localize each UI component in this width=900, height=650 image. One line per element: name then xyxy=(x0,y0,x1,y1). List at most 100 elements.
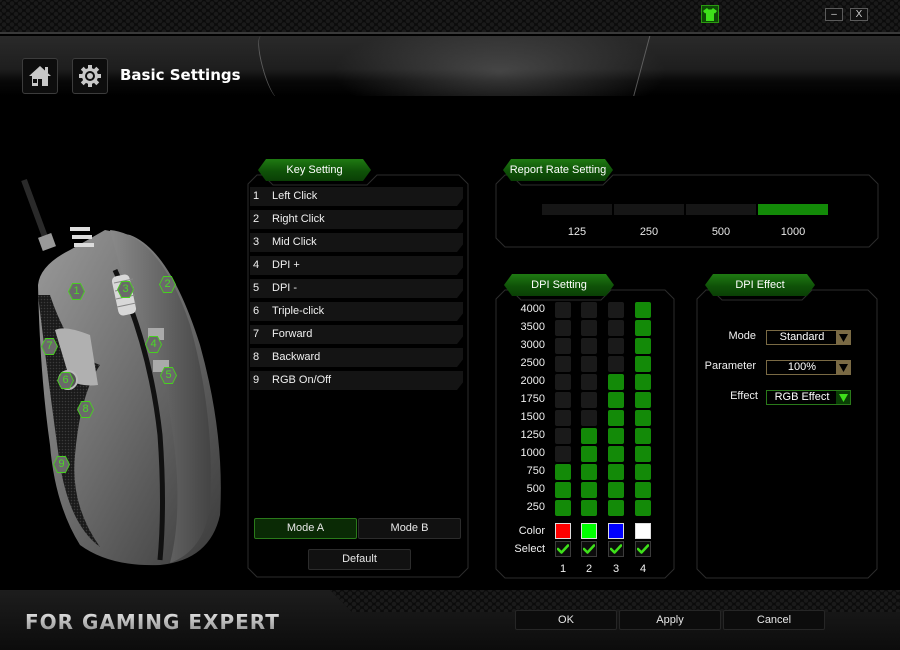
dpi-select-checkbox[interactable] xyxy=(555,541,571,557)
mouse-image xyxy=(21,178,221,566)
mode-select[interactable]: Standard xyxy=(766,330,851,345)
dpi-cell[interactable] xyxy=(635,410,651,426)
default-button[interactable]: Default xyxy=(308,549,411,570)
key-row[interactable]: 6 Triple-click xyxy=(250,302,463,321)
dpi-cell[interactable] xyxy=(555,446,571,462)
key-row[interactable]: 2 Right Click xyxy=(250,210,463,229)
dpi-cell[interactable] xyxy=(608,464,624,480)
dpi-cell[interactable] xyxy=(635,338,651,354)
home-icon xyxy=(29,66,51,86)
dpi-cell[interactable] xyxy=(635,392,651,408)
dpi-cell[interactable] xyxy=(608,356,624,372)
key-row[interactable]: 8 Backward xyxy=(250,348,463,367)
dpi-cell[interactable] xyxy=(555,464,571,480)
dpi-cell[interactable] xyxy=(555,374,571,390)
report-rate-segment-125[interactable] xyxy=(542,204,612,215)
dpi-cell[interactable] xyxy=(635,302,651,318)
apply-button[interactable]: Apply xyxy=(619,610,721,630)
dpi-cell[interactable] xyxy=(581,302,597,318)
dpi-cell[interactable] xyxy=(581,338,597,354)
report-rate-segment-1000[interactable] xyxy=(758,204,828,215)
dpi-level-label: 3500 xyxy=(520,321,545,333)
dpi-cell[interactable] xyxy=(555,356,571,372)
dpi-cell[interactable] xyxy=(555,410,571,426)
mode-a-button[interactable]: Mode A xyxy=(254,518,357,539)
key-row[interactable]: 4 DPI + xyxy=(250,256,463,275)
dpi-cell[interactable] xyxy=(555,338,571,354)
minimize-button[interactable]: – xyxy=(825,8,843,21)
key-function: Backward xyxy=(272,351,321,363)
dpi-cell[interactable] xyxy=(608,392,624,408)
effect-select[interactable]: RGB Effect xyxy=(766,390,851,405)
dpi-cell[interactable] xyxy=(581,392,597,408)
dpi-cell[interactable] xyxy=(608,302,624,318)
cancel-button[interactable]: Cancel xyxy=(723,610,825,630)
dpi-cell[interactable] xyxy=(581,446,597,462)
dpi-cell[interactable] xyxy=(581,374,597,390)
dpi-cell[interactable] xyxy=(608,446,624,462)
home-button[interactable] xyxy=(22,58,58,94)
dpi-cell[interactable] xyxy=(608,374,624,390)
key-number: 5 xyxy=(253,282,260,294)
key-row[interactable]: 7 Forward xyxy=(250,325,463,344)
ok-button[interactable]: OK xyxy=(515,610,617,630)
key-row[interactable]: 5 DPI - xyxy=(250,279,463,298)
dpi-cell[interactable] xyxy=(608,320,624,336)
key-number: 8 xyxy=(253,351,260,363)
dpi-cell[interactable] xyxy=(635,320,651,336)
dpi-level-label: 1250 xyxy=(520,429,545,441)
key-row[interactable]: 1 Left Click xyxy=(250,187,463,206)
dpi-cell[interactable] xyxy=(555,500,571,516)
dpi-cell[interactable] xyxy=(635,428,651,444)
dpi-color-swatch[interactable] xyxy=(608,523,624,539)
dpi-cell[interactable] xyxy=(581,356,597,372)
settings-button[interactable] xyxy=(72,58,108,94)
key-function: DPI - xyxy=(272,282,298,294)
dpi-cell[interactable] xyxy=(581,482,597,498)
key-function: RGB On/Off xyxy=(272,374,332,386)
dpi-select-checkbox[interactable] xyxy=(608,541,624,557)
shirt-icon[interactable] xyxy=(701,5,719,23)
mode-b-button[interactable]: Mode B xyxy=(358,518,461,539)
dropdown-arrow-icon xyxy=(836,331,850,344)
key-row[interactable]: 9 RGB On/Off xyxy=(250,371,463,390)
dpi-column-number: 1 xyxy=(559,563,567,575)
report-rate-segment-500[interactable] xyxy=(686,204,756,215)
dpi-cell[interactable] xyxy=(635,356,651,372)
dpi-cell[interactable] xyxy=(635,446,651,462)
tab-dpi-effect: DPI Effect xyxy=(705,274,815,296)
dpi-color-swatch[interactable] xyxy=(555,523,571,539)
dpi-cell[interactable] xyxy=(581,464,597,480)
dpi-cell[interactable] xyxy=(555,320,571,336)
dpi-cell[interactable] xyxy=(555,428,571,444)
mouse-illustration: 1 2 3 4 5 6 7 8 9 xyxy=(10,175,240,570)
parameter-value: 100% xyxy=(787,361,817,373)
dpi-column-number: 2 xyxy=(585,563,593,575)
dpi-cell[interactable] xyxy=(555,302,571,318)
report-rate-segment-250[interactable] xyxy=(614,204,684,215)
dpi-cell[interactable] xyxy=(608,482,624,498)
dpi-cell[interactable] xyxy=(608,428,624,444)
key-row[interactable]: 3 Mid Click xyxy=(250,233,463,252)
dpi-cell[interactable] xyxy=(581,500,597,516)
parameter-select[interactable]: 100% xyxy=(766,360,851,375)
dpi-color-swatch[interactable] xyxy=(581,523,597,539)
dpi-cell[interactable] xyxy=(581,428,597,444)
dpi-cell[interactable] xyxy=(635,464,651,480)
dpi-select-checkbox[interactable] xyxy=(581,541,597,557)
dpi-color-swatch[interactable] xyxy=(635,523,651,539)
dpi-select-checkbox[interactable] xyxy=(635,541,651,557)
close-button[interactable]: X xyxy=(850,8,868,21)
dpi-cell[interactable] xyxy=(608,338,624,354)
page-title: Basic Settings xyxy=(120,66,241,84)
dpi-level-label: 1000 xyxy=(520,447,545,459)
dpi-cell[interactable] xyxy=(635,374,651,390)
dpi-cell[interactable] xyxy=(635,500,651,516)
dpi-cell[interactable] xyxy=(555,482,571,498)
dpi-cell[interactable] xyxy=(555,392,571,408)
dpi-cell[interactable] xyxy=(581,410,597,426)
dpi-cell[interactable] xyxy=(608,410,624,426)
dpi-cell[interactable] xyxy=(581,320,597,336)
dpi-cell[interactable] xyxy=(608,500,624,516)
dpi-cell[interactable] xyxy=(635,482,651,498)
